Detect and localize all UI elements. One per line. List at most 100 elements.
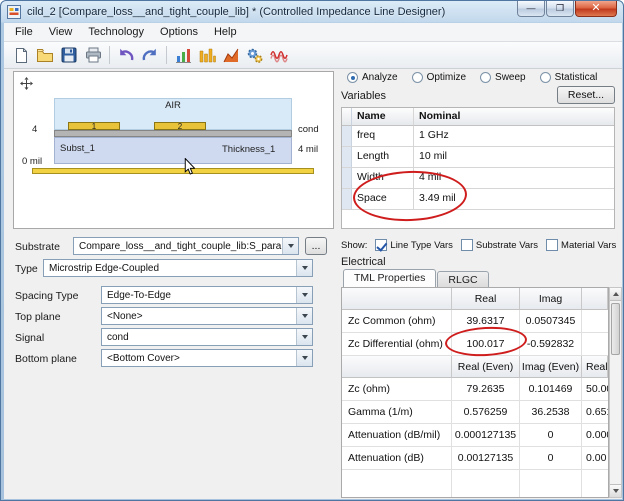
bar-chart-icon[interactable] [171,44,195,66]
radio-optimize[interactable]: Optimize [412,72,466,83]
toolbar-separator [109,46,110,64]
row-label [342,470,452,498]
substrate-label: Subst_1 [60,143,95,154]
chevron-down-icon [296,308,312,324]
menu-file[interactable]: File [7,24,41,40]
variables-title: Variables [341,90,386,102]
radio-sweep[interactable]: Sweep [480,72,526,83]
substrate-select[interactable]: Compare_loss__and_tight_couple_lib:S_par… [73,237,299,255]
air-label: AIR [54,100,292,111]
scroll-down-button[interactable] [610,484,621,497]
value-cell: 0.000 [582,424,608,447]
var-name: Length [352,147,414,168]
table-row-zc: Zc (ohm) 79.2635 0.101469 50.00 [342,378,608,401]
reset-button[interactable]: Reset... [557,86,615,104]
tab-rlgc[interactable]: RLGC [437,271,488,287]
electrical-header-common: Real Imag [342,288,608,310]
value-cell: 0.00127135 [452,447,520,470]
radio-analyze[interactable]: Analyze [347,72,398,83]
top-plane-select[interactable]: <None> [101,307,313,325]
redo-icon[interactable] [138,44,162,66]
column-header-nominal[interactable]: Nominal [414,108,614,126]
app-window: cild_2 [Compare_loss__and_tight_couple_l… [0,0,624,501]
value-cell: 0.101469 [520,378,582,401]
column-header-name[interactable]: Name [352,108,414,126]
value-cell: 36.2538 [520,401,582,424]
table-row-length[interactable]: Length 10 mil [342,147,614,168]
checkbox-material-vars[interactable]: Material Vars [546,239,616,251]
radio-statistical[interactable]: Statistical [540,72,598,83]
bottom-cover-layer[interactable] [32,168,314,174]
checkbox-icon [546,239,558,251]
substrate-browse-button[interactable]: ... [305,237,327,255]
gears-icon[interactable] [243,44,267,66]
minimize-button[interactable]: — [517,1,545,17]
type-select[interactable]: Microstrip Edge-Coupled [43,259,313,277]
header-cell-imag-even: Imag (Even) [520,356,582,378]
value-cell: 0.576259 [452,401,520,424]
electrical-header-mode: Real (Even) Imag (Even) Real ( [342,356,608,378]
radio-label: Sweep [495,72,526,83]
waveform-icon[interactable] [267,44,291,66]
checkbox-line-type-vars[interactable]: Line Type Vars [375,239,453,251]
window-controls: — ❒ ✕ [517,1,617,17]
open-folder-icon[interactable] [33,44,57,66]
table-row-freq[interactable]: freq 1 GHz [342,126,614,147]
scrollbar-thumb[interactable] [611,303,620,355]
header-cell [582,288,608,310]
spacing-type-select[interactable]: Edge-To-Edge [101,286,313,304]
electrical-table: Real Imag Zc Common (ohm) 39.6317 0.0507… [341,287,609,498]
histogram-chart-icon[interactable] [195,44,219,66]
row-label: Gamma (1/m) [342,401,452,424]
scroll-up-button[interactable] [610,288,621,301]
value-cell: 50.00 [582,378,608,401]
signal-select[interactable]: cond [101,328,313,346]
signal-label: Signal [15,332,44,344]
menu-view[interactable]: View [41,24,81,40]
menu-options[interactable]: Options [152,24,206,40]
new-document-icon[interactable] [9,44,33,66]
app-icon [7,5,21,19]
checkbox-icon [461,239,473,251]
electrical-tabs: TML Properties RLGC [343,269,490,287]
cross-section-canvas[interactable]: AIR 1 2 Subst_1 Thickness_1 cond 4 mil 4… [13,71,334,229]
var-nominal[interactable]: 1 GHz [414,126,614,147]
checkbox-substrate-vars[interactable]: Substrate Vars [461,239,538,251]
row-gutter [342,108,352,126]
table-row-gamma: Gamma (1/m) 0.576259 36.2538 0.651 [342,401,608,424]
top-plane-value: <None> [102,310,296,322]
radio-label: Analyze [362,72,398,83]
var-nominal[interactable]: 10 mil [414,147,614,168]
print-icon[interactable] [81,44,105,66]
radio-icon [347,72,358,83]
row-label: Zc Common (ohm) [342,310,452,333]
close-button[interactable]: ✕ [575,1,617,17]
undo-icon[interactable] [114,44,138,66]
bottom-height-label: 0 mil [22,156,42,167]
row-label: Zc (ohm) [342,378,452,401]
bottom-plane-select[interactable]: <Bottom Cover> [101,349,313,367]
chevron-down-icon [282,238,298,254]
conductor-1[interactable]: 1 [68,122,120,130]
maximize-button[interactable]: ❒ [546,1,574,17]
row-gutter [342,168,352,189]
tab-tml-properties[interactable]: TML Properties [343,269,436,287]
down-arrow-icon [613,489,619,493]
area-chart-icon[interactable] [219,44,243,66]
save-icon[interactable] [57,44,81,66]
cond-layer[interactable] [54,130,292,137]
titlebar[interactable]: cild_2 [Compare_loss__and_tight_couple_l… [1,1,624,23]
conductor-2[interactable]: 2 [154,122,206,130]
var-name: freq [352,126,414,147]
bottom-plane-value: <Bottom Cover> [102,352,296,364]
cond-label: cond [298,124,319,135]
checkbox-label: Line Type Vars [390,240,453,251]
radio-icon [540,72,551,83]
menu-technology[interactable]: Technology [80,24,152,40]
header-cell-real: Real [452,288,520,310]
menu-help[interactable]: Help [206,24,245,40]
menu-bar: File View Technology Options Help [4,23,622,42]
table-scrollbar[interactable] [609,287,622,498]
header-cell-real-odd: Real ( [582,356,608,378]
value-cell: 0.651 [582,401,608,424]
